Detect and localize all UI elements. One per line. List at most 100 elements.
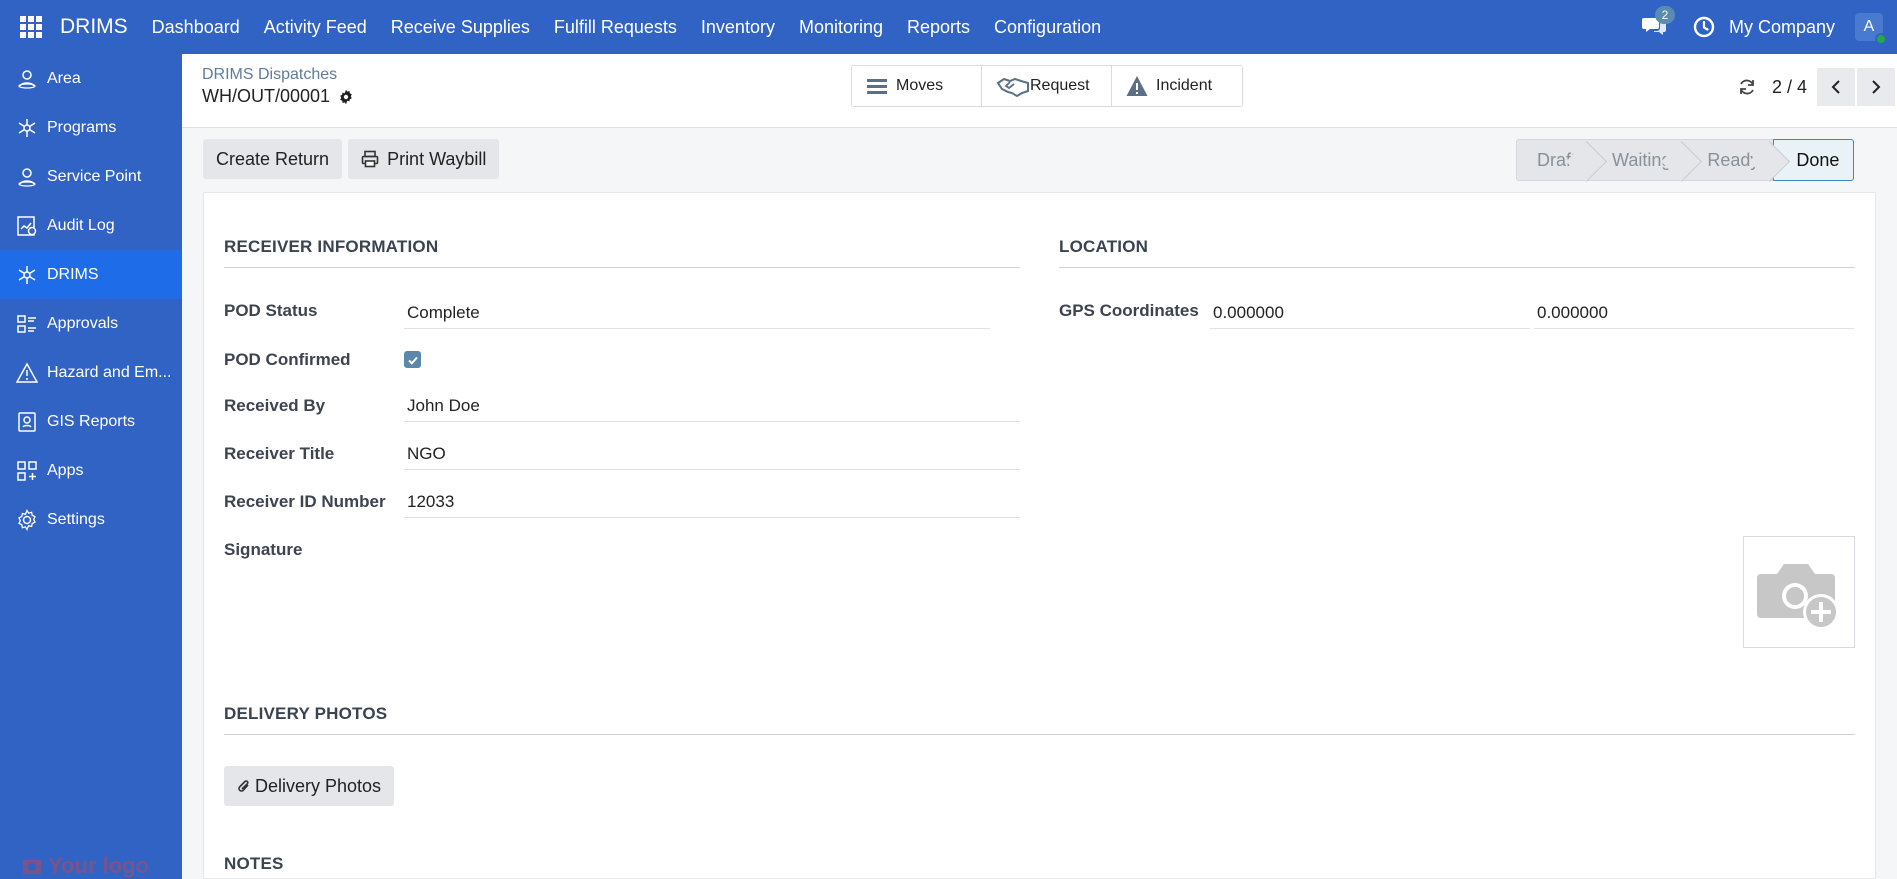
- app-grid-icon[interactable]: [20, 16, 42, 38]
- menu-inventory[interactable]: Inventory: [701, 17, 775, 38]
- moves-button[interactable]: Moves: [852, 66, 982, 106]
- sidebar-item-gis-reports[interactable]: GIS Reports: [0, 397, 182, 446]
- sidebar-item-label: Approvals: [47, 314, 119, 332]
- gps-coordinates-label: GPS Coordinates: [1059, 301, 1199, 320]
- sidebar-item-label: Service Point: [47, 167, 142, 185]
- sidebar-item-label: Apps: [47, 461, 84, 479]
- camera-add-icon: [1757, 564, 1839, 630]
- section-divider: [224, 734, 1855, 735]
- create-return-button[interactable]: Create Return: [203, 139, 343, 179]
- sidebar-item-service-point[interactable]: Service Point: [0, 152, 182, 201]
- location-section-title: LOCATION: [1059, 237, 1149, 256]
- apps-plus-icon: [17, 460, 37, 481]
- pod-confirmed-label: POD Confirmed: [224, 350, 351, 369]
- person-pin-icon: [18, 167, 36, 187]
- refresh-icon[interactable]: [1738, 78, 1756, 96]
- receiver-id-label: Receiver ID Number: [224, 492, 386, 511]
- receiver-id-field[interactable]: 12033: [404, 486, 1020, 518]
- receiver-section-title: RECEIVER INFORMATION: [224, 237, 439, 256]
- sidebar-item-approvals[interactable]: Approvals: [0, 299, 182, 348]
- audit-chart-icon: [17, 215, 37, 236]
- sidebar-item-label: Programs: [47, 118, 117, 136]
- sidebar-item-label: Hazard and Em...: [47, 363, 172, 381]
- pod-confirmed-checkbox[interactable]: [404, 351, 421, 368]
- gear-icon[interactable]: [338, 89, 354, 105]
- record-name-text: WH/OUT/00001: [202, 86, 331, 106]
- menu-activity-feed[interactable]: Activity Feed: [264, 17, 367, 38]
- person-pin-icon: [18, 69, 36, 89]
- paperclip-icon: [238, 780, 249, 792]
- top-navbar: DRIMS Dashboard Activity Feed Receive Su…: [0, 0, 1897, 54]
- signature-label: Signature: [224, 540, 303, 559]
- sidebar-item-hazard[interactable]: Hazard and Em...: [0, 348, 182, 397]
- pager-previous-button[interactable]: [1817, 68, 1855, 106]
- menu-monitoring[interactable]: Monitoring: [799, 17, 883, 38]
- hub-icon: [18, 265, 36, 284]
- sidebar-item-label: Area: [47, 69, 81, 87]
- pod-status-label: POD Status: [224, 301, 318, 320]
- warning-triangle-icon: [16, 361, 38, 383]
- receiver-title-label: Receiver Title: [224, 444, 335, 463]
- sidebar-item-label: Audit Log: [47, 216, 115, 234]
- record-pager: 2 / 4: [1738, 68, 1897, 106]
- incident-button[interactable]: Incident: [1112, 66, 1242, 106]
- clock-icon[interactable]: [1693, 16, 1715, 38]
- breadcrumb[interactable]: DRIMS Dispatches: [202, 66, 337, 84]
- menu-reports[interactable]: Reports: [907, 17, 970, 38]
- sidebar: Area Programs Service Point Audit Log DR…: [0, 54, 182, 879]
- map-report-icon: [18, 411, 36, 432]
- chevron-left-icon: [1831, 80, 1840, 94]
- delivery-photos-button[interactable]: Delivery Photos: [224, 766, 395, 806]
- handshake-icon: [996, 77, 1029, 97]
- pod-status-field[interactable]: Complete: [404, 297, 990, 329]
- pager-next-button[interactable]: [1857, 68, 1895, 106]
- sidebar-item-audit-log[interactable]: Audit Log: [0, 201, 182, 250]
- moves-label: Moves: [896, 77, 944, 94]
- print-waybill-label: Print Waybill: [387, 148, 487, 169]
- menu-fulfill-requests[interactable]: Fulfill Requests: [554, 17, 677, 38]
- delivery-section-title: DELIVERY PHOTOS: [224, 704, 388, 723]
- incident-label: Incident: [1156, 77, 1213, 94]
- delivery-photos-label: Delivery Photos: [255, 775, 382, 796]
- receiver-title-field[interactable]: NGO: [404, 438, 1020, 470]
- control-panel: DRIMS Dispatches WH/OUT/00001 Moves Requ…: [182, 54, 1897, 128]
- form-sheet: RECEIVER INFORMATION POD Status Complete…: [203, 192, 1876, 879]
- checkmark-icon: [407, 356, 418, 365]
- online-status-dot: [1875, 33, 1887, 45]
- request-label: Request: [1030, 77, 1090, 94]
- menu-receive-supplies[interactable]: Receive Supplies: [391, 17, 530, 38]
- printer-icon: [361, 150, 379, 168]
- signature-upload[interactable]: [1743, 536, 1855, 648]
- logo-text: Your logo: [48, 853, 150, 878]
- received-by-field[interactable]: John Doe: [404, 390, 1020, 422]
- print-waybill-button[interactable]: Print Waybill: [348, 139, 500, 179]
- status-bar: Draft Waiting Ready Done: [1516, 139, 1855, 181]
- sidebar-item-settings[interactable]: Settings: [0, 495, 182, 544]
- stage-draft[interactable]: Draft: [1516, 139, 1591, 181]
- menu-configuration[interactable]: Configuration: [994, 17, 1101, 38]
- sidebar-item-programs[interactable]: Programs: [0, 103, 182, 152]
- sidebar-item-apps[interactable]: Apps: [0, 446, 182, 495]
- hub-icon: [18, 118, 36, 137]
- received-by-label: Received By: [224, 396, 326, 415]
- action-bar: Create Return Print Waybill: [203, 139, 505, 179]
- menu-dashboard[interactable]: Dashboard: [152, 17, 240, 38]
- sidebar-item-drims[interactable]: DRIMS: [0, 250, 182, 299]
- pager-value[interactable]: 2 / 4: [1772, 77, 1807, 98]
- hamburger-list-icon: [867, 79, 887, 94]
- brand-name[interactable]: DRIMS: [60, 15, 128, 39]
- chevron-right-icon: [1872, 80, 1881, 94]
- latitude-field[interactable]: 0.000000: [1210, 297, 1530, 329]
- sidebar-item-area[interactable]: Area: [0, 54, 182, 103]
- company-logo: Your logo: [22, 853, 149, 879]
- sidebar-item-label: DRIMS: [47, 265, 99, 283]
- gear-icon: [18, 508, 36, 531]
- request-button[interactable]: Request: [982, 66, 1112, 106]
- user-avatar[interactable]: A: [1855, 13, 1887, 45]
- notes-section-title: NOTES: [224, 854, 284, 873]
- avatar-letter: A: [1863, 18, 1875, 35]
- company-switcher[interactable]: My Company: [1729, 17, 1835, 38]
- chat-icon[interactable]: 2: [1641, 6, 1675, 39]
- chat-count-badge: 2: [1654, 6, 1675, 24]
- longitude-field[interactable]: 0.000000: [1534, 297, 1854, 329]
